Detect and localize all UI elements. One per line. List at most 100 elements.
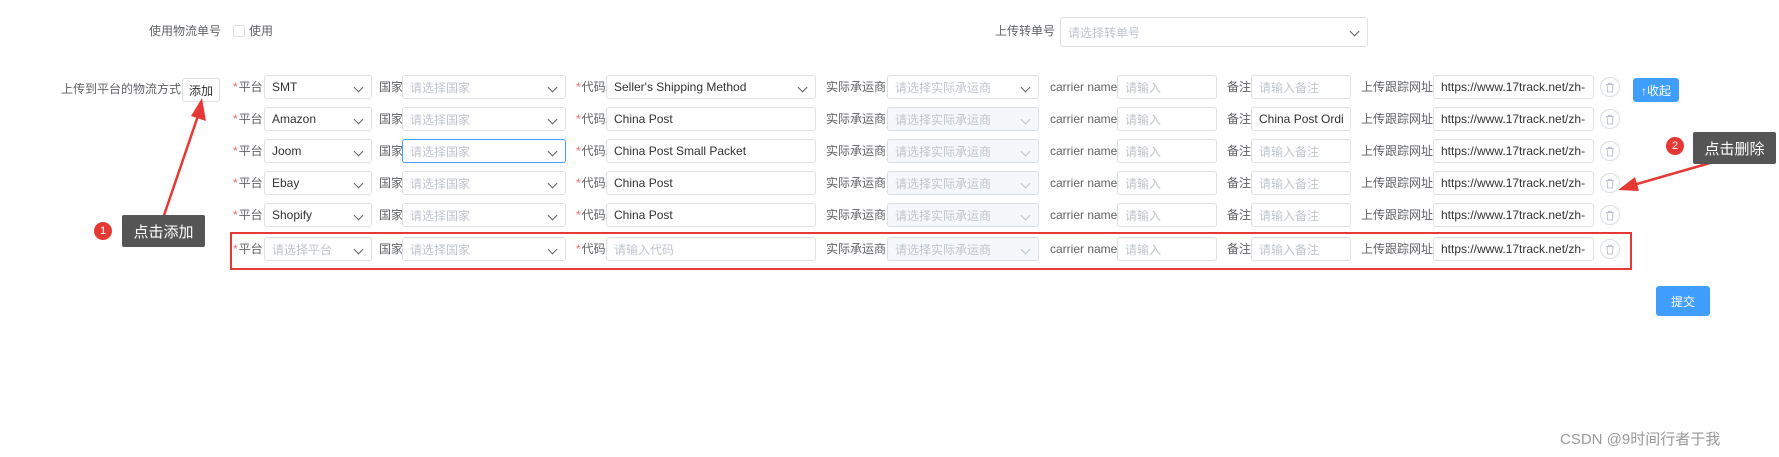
field-label-tracking_url: 上传跟踪网址 [1361, 208, 1433, 222]
field-label-code: *代码 [576, 176, 606, 190]
platform-select[interactable]: SMT [264, 75, 372, 99]
carrier-name-input[interactable]: 请输入 [1117, 75, 1217, 99]
field-label-code: *代码 [576, 80, 606, 94]
platform-select[interactable]: Shopify [264, 203, 372, 227]
upload-transfer-placeholder: 请选择转单号 [1068, 25, 1141, 40]
field-label-text: 平台 [238, 80, 263, 94]
field-label-text: 备注 [1227, 176, 1252, 190]
chevron-down-icon [547, 210, 558, 221]
tracking-url-input[interactable]: https://www.17track.net/zh- [1433, 75, 1594, 99]
field-label-text: 国家 [379, 176, 404, 190]
chevron-down-icon [1020, 114, 1031, 125]
platform-select[interactable]: Ebay [264, 171, 372, 195]
tracking-url-input[interactable]: https://www.17track.net/zh- [1433, 171, 1594, 195]
platform-select-value: Ebay [272, 176, 300, 190]
code-input[interactable]: China Post [606, 203, 816, 227]
field-label-text: 实际承运商 [826, 176, 887, 190]
code-input[interactable]: China Post [606, 171, 816, 195]
carrier-select[interactable]: 请选择实际承运商 [887, 75, 1039, 99]
country-select[interactable]: 请选择国家 [402, 139, 566, 163]
tracking-url-input[interactable]: https://www.17track.net/zh- [1433, 107, 1594, 131]
country-select[interactable]: 请选择国家 [402, 107, 566, 131]
chevron-down-icon [1020, 210, 1031, 221]
field-label-text: 上传跟踪网址 [1361, 80, 1434, 94]
field-label-tracking_url: 上传跟踪网址 [1361, 112, 1433, 126]
platform-select-value: Joom [272, 144, 302, 158]
carrier-name-input-value: 请输入 [1125, 80, 1162, 95]
required-mark: * [233, 208, 238, 222]
submit-button[interactable]: 提交 [1656, 286, 1710, 316]
upload-transfer-select[interactable]: 请选择转单号 [1060, 17, 1368, 47]
country-select-value: 请选择国家 [410, 80, 471, 95]
remark-input[interactable]: 请输入备注 [1251, 75, 1351, 99]
field-label-text: 上传跟踪网址 [1361, 112, 1434, 126]
field-label-text: carrier name [1050, 208, 1118, 222]
platform-select[interactable]: Amazon [264, 107, 372, 131]
carrier-select[interactable]: 请选择实际承运商 [887, 139, 1039, 163]
field-label-platform: *平台 [233, 144, 263, 158]
field-label-country: 国家 [379, 112, 403, 126]
required-mark: * [233, 80, 238, 94]
remark-input[interactable]: 请输入备注 [1251, 203, 1351, 227]
country-select-value: 请选择国家 [410, 208, 471, 223]
use-tracking-checkbox[interactable] [233, 25, 245, 37]
country-select[interactable]: 请选择国家 [402, 75, 566, 99]
platform-select[interactable]: Joom [264, 139, 372, 163]
remark-input[interactable]: 请输入备注 [1251, 171, 1351, 195]
code-input[interactable]: Seller's Shipping Method [606, 75, 816, 99]
carrier-name-input-value: 请输入 [1125, 176, 1162, 191]
chevron-down-icon [547, 114, 558, 125]
field-label-remark: 备注 [1227, 208, 1251, 222]
delete-row-button[interactable] [1600, 77, 1620, 97]
field-label-code: *代码 [576, 144, 606, 158]
carrier-select[interactable]: 请选择实际承运商 [887, 203, 1039, 227]
field-label-text: 代码 [581, 112, 606, 126]
required-mark: * [233, 112, 238, 126]
carrier-name-input[interactable]: 请输入 [1117, 107, 1217, 131]
code-input[interactable]: China Post [606, 107, 816, 131]
tracking-url-input[interactable]: https://www.17track.net/zh- [1433, 203, 1594, 227]
carrier-name-input[interactable]: 请输入 [1117, 139, 1217, 163]
tracking-url-input-value: https://www.17track.net/zh- [1441, 80, 1586, 94]
delete-row-button[interactable] [1600, 109, 1620, 129]
chevron-down-icon [353, 178, 364, 189]
country-select-value: 请选择国家 [410, 112, 471, 127]
country-select-value: 请选择国家 [410, 144, 471, 159]
country-select[interactable]: 请选择国家 [402, 171, 566, 195]
carrier-select[interactable]: 请选择实际承运商 [887, 107, 1039, 131]
chevron-down-icon [353, 146, 364, 157]
tracking-url-input[interactable]: https://www.17track.net/zh- [1433, 139, 1594, 163]
chevron-down-icon [353, 82, 364, 93]
field-label-tracking_url: 上传跟踪网址 [1361, 144, 1433, 158]
chevron-down-icon [547, 82, 558, 93]
field-label-carrier_name: carrier name [1050, 80, 1117, 94]
country-select[interactable]: 请选择国家 [402, 203, 566, 227]
field-label-code: *代码 [576, 208, 606, 222]
field-label-country: 国家 [379, 208, 403, 222]
field-label-text: 平台 [238, 144, 263, 158]
field-label-platform: *平台 [233, 80, 263, 94]
remark-input[interactable]: 请输入备注 [1251, 139, 1351, 163]
chevron-down-icon [1020, 178, 1031, 189]
method-label: 上传到平台的物流方式 [61, 82, 182, 96]
trash-icon [1606, 178, 1614, 188]
field-label-text: 备注 [1227, 80, 1252, 94]
field-label-carrier_name: carrier name [1050, 208, 1117, 222]
field-label-text: 平台 [238, 112, 263, 126]
carrier-name-input[interactable]: 请输入 [1117, 203, 1217, 227]
carrier-select-value: 请选择实际承运商 [895, 208, 992, 223]
carrier-name-input-value: 请输入 [1125, 112, 1162, 127]
carrier-name-input[interactable]: 请输入 [1117, 171, 1217, 195]
carrier-select[interactable]: 请选择实际承运商 [887, 171, 1039, 195]
remark-input-value: 请输入备注 [1259, 144, 1320, 159]
platform-select-value: Shopify [272, 208, 313, 222]
code-input[interactable]: China Post Small Packet [606, 139, 816, 163]
field-label-text: carrier name [1050, 176, 1118, 190]
delete-row-button[interactable] [1600, 205, 1620, 225]
tracking-url-input-value: https://www.17track.net/zh- [1441, 112, 1586, 126]
code-input-value: China Post [614, 112, 673, 126]
field-label-text: 备注 [1227, 208, 1252, 222]
remark-input[interactable]: China Post Ordi [1251, 107, 1351, 131]
collapse-button[interactable]: ↑收起 [1633, 78, 1679, 102]
field-label-carrier: 实际承运商 [826, 112, 886, 126]
